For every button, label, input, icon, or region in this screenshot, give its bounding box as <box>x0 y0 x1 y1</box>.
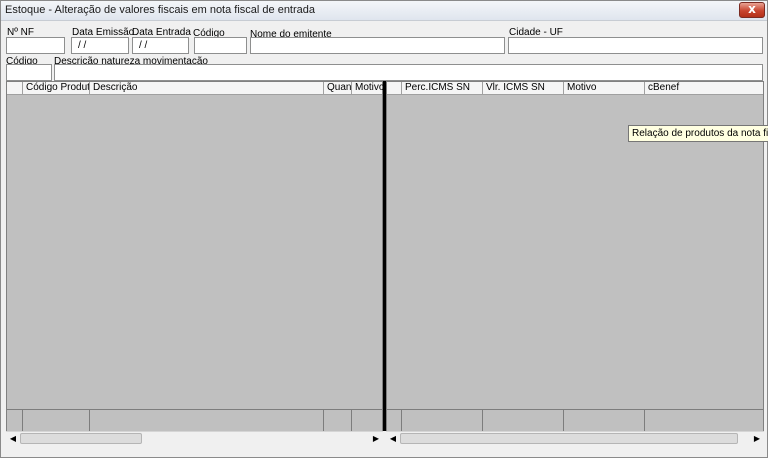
products-tooltip: Relação de produtos da nota fiscal <box>628 125 768 142</box>
left-grid-footer <box>7 409 382 432</box>
left-col-motivo[interactable]: Motivo <box>352 82 384 95</box>
nf-field[interactable] <box>6 37 65 54</box>
right-scroll-thumb[interactable] <box>400 433 738 444</box>
right-arrow-icon[interactable]: ▶ <box>369 432 383 445</box>
window-title: Estoque - Alteração de valores fiscais e… <box>5 4 316 16</box>
left-col-indicator[interactable] <box>7 82 23 95</box>
left-col-codigo-produto[interactable]: Código Produto <box>23 82 90 95</box>
main-window: Estoque - Alteração de valores fiscais e… <box>0 0 768 458</box>
data-emissao-field[interactable]: / / <box>71 37 129 54</box>
left-col-quant[interactable]: Quant <box>324 82 352 95</box>
right-footer-cell <box>564 410 645 432</box>
nome-emitente-field[interactable] <box>250 37 505 54</box>
right-grid-footer <box>387 409 763 432</box>
right-footer-cell <box>483 410 564 432</box>
left-grid-header: Código Produto Descrição Quant Motivo <box>7 82 384 95</box>
right-arrow-icon[interactable]: ▶ <box>750 432 764 445</box>
cidade-uf-field[interactable] <box>508 37 763 54</box>
right-footer-cell <box>387 410 402 432</box>
left-footer-cell <box>7 410 23 432</box>
left-col-descricao[interactable]: Descrição <box>90 82 324 95</box>
right-horizontal-scrollbar[interactable]: ◀ ▶ <box>386 431 764 445</box>
right-footer-cell <box>402 410 483 432</box>
left-footer-cell <box>23 410 90 432</box>
left-footer-cell <box>90 410 324 432</box>
left-arrow-icon[interactable]: ◀ <box>386 432 400 445</box>
left-footer-cell <box>324 410 352 432</box>
codigo-natureza-field[interactable] <box>6 64 52 81</box>
close-icon: x <box>748 2 756 16</box>
data-entrada-field[interactable]: / / <box>132 37 189 54</box>
right-col-vlr-icms-sn[interactable]: Vlr. ICMS SN <box>483 82 564 95</box>
left-products-grid[interactable]: Código Produto Descrição Quant Motivo <box>6 81 384 432</box>
right-col-indicator[interactable] <box>387 82 402 95</box>
right-col-perc-icms-sn[interactable]: Perc.ICMS SN <box>402 82 483 95</box>
descricao-natureza-field[interactable] <box>54 64 763 81</box>
right-col-motivo[interactable]: Motivo <box>564 82 645 95</box>
left-arrow-icon[interactable]: ◀ <box>6 432 20 445</box>
left-scroll-thumb[interactable] <box>20 433 142 444</box>
right-col-cbenef[interactable]: cBenef <box>645 82 765 95</box>
title-bar: Estoque - Alteração de valores fiscais e… <box>1 1 767 21</box>
right-grid-header: Perc.ICMS SN Vlr. ICMS SN Motivo cBenef <box>387 82 763 95</box>
close-button[interactable]: x <box>739 2 765 18</box>
left-horizontal-scrollbar[interactable]: ◀ ▶ <box>6 431 383 445</box>
codigo-field[interactable] <box>194 37 247 54</box>
